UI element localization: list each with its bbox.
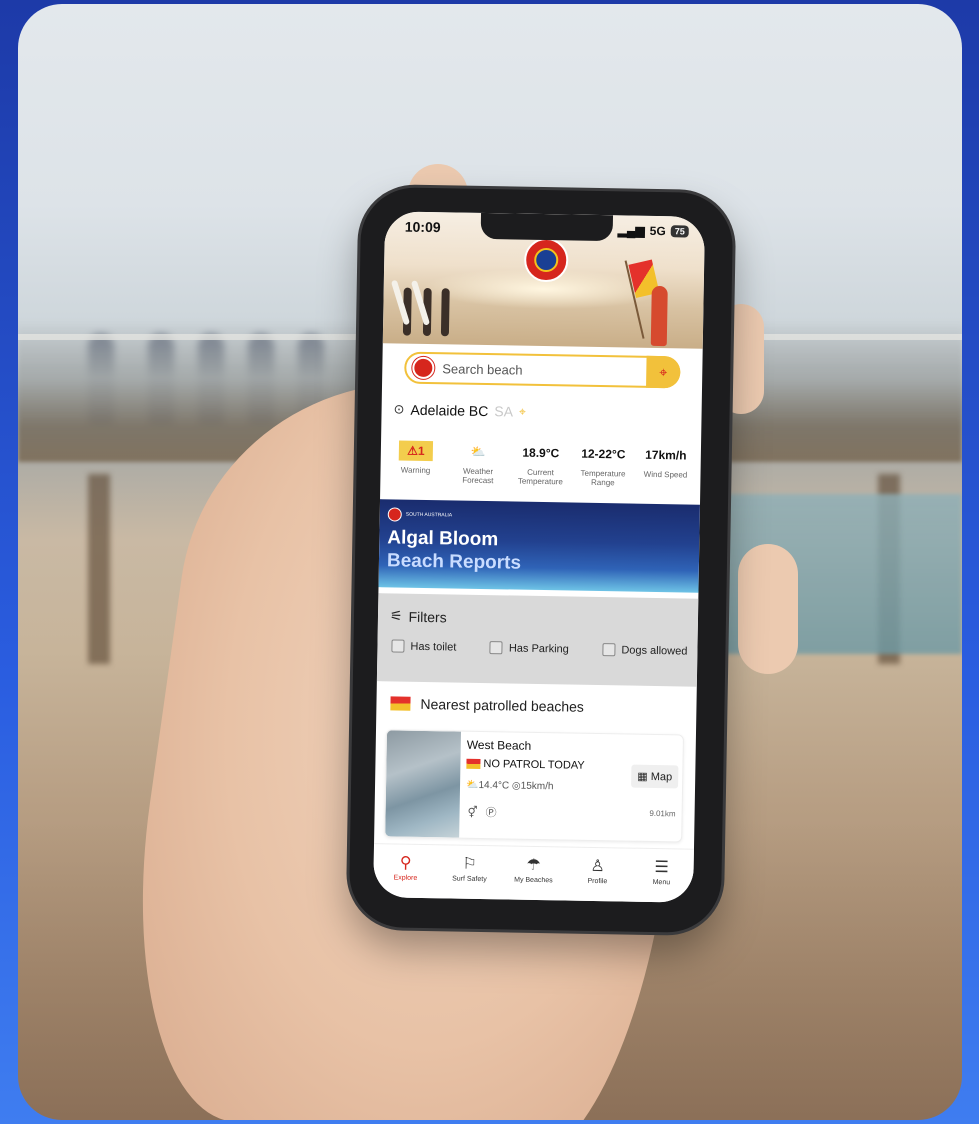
tab-profile[interactable]: ♙ Profile [565,847,630,902]
tab-label: Explore [393,874,418,882]
location-state: SA [494,403,514,420]
status-indicators: ▂▄▆ 5G 75 [618,223,689,238]
surfer [440,288,450,337]
map-button-label: Map [650,770,673,784]
tab-label: Menu [652,878,671,887]
search-bar[interactable]: Search beach ⌖ [404,351,681,389]
weather-current-temp: 18.9°C Current Temperature [511,439,570,487]
banner-subtitle: Beach Reports [386,550,522,574]
logo-emblem [534,247,559,273]
patrol-flag-icon [390,696,411,711]
phone-frame: 10:09 ▂▄▆ 5G 75 Search beach ⌖ ⊙ Adelaid… [348,186,734,934]
map-button[interactable]: ▦ Map [631,764,679,789]
notch [480,212,614,242]
weather-forecast[interactable]: ⛅ Weather Forecast [449,438,508,486]
beach-weather: ⛅14.4°C ◎15km/h [466,780,554,793]
locate-me-icon[interactable]: ⌖ [519,404,526,419]
weather-wind-speed: 17km/h Wind Speed [636,442,695,490]
filter-sliders-icon: ⚟ [389,607,403,624]
beach-name: West Beach [466,737,532,753]
weather-label: Warning [400,465,431,476]
pier-post [88,474,110,664]
sa-logo-icon [387,507,402,522]
partly-cloudy-icon: ⛅ [470,444,486,460]
checkbox[interactable] [602,643,616,657]
toilet-icon: ⚥ [467,806,486,820]
location-name: Adelaide BC [410,401,489,420]
map-icon: ▦ [637,770,648,783]
phone-screen: 10:09 ▂▄▆ 5G 75 Search beach ⌖ ⊙ Adelaid… [373,211,706,903]
nearest-header: Nearest patrolled beaches [390,695,585,715]
filter-has-parking[interactable]: Has Parking [489,641,569,655]
beach-card[interactable]: West Beach NO PATROL TODAY ⛅14.4°C ◎15km… [384,729,684,843]
weather-label: Wind Speed [643,469,688,480]
filter-has-toilet[interactable]: Has toilet [391,639,456,653]
weather-warning[interactable]: ⚠1 Warning [386,437,445,485]
signal-icon: ▂▄▆ [617,223,645,238]
weather-value: 12-22°C [581,446,626,462]
location-row[interactable]: ⊙ Adelaide BC SA ⌖ [393,401,525,419]
flag-icon: ⚐ [462,855,477,873]
amenities: ⚥Ⓟ [467,804,504,821]
network-label: 5G [649,223,666,239]
patrol-status-text: NO PATROL TODAY [483,758,585,772]
algal-bloom-banner[interactable]: SOUTH AUSTRALIA Algal Bloom Beach Report… [378,499,700,593]
beach-distance: 9.01km [649,808,676,819]
wind-icon: ◎ [511,780,521,792]
warning-icon: ⚠ [407,443,419,458]
banner-title-line: Algal Bloom [387,527,499,551]
status-time: 10:09 [404,218,441,236]
banner-title: Algal Bloom Beach Reports [387,527,522,575]
sa-badge: SOUTH AUSTRALIA [387,507,453,522]
filter-dogs-allowed[interactable]: Dogs allowed [602,643,688,658]
weather-value: 17km/h [645,447,687,463]
menu-icon: ☰ [654,859,669,877]
weather-label: Weather Forecast [462,466,494,485]
warning-badge[interactable]: ⚠1 [398,440,433,462]
filter-label: Dogs allowed [621,643,688,658]
tab-label: Surf Safety [452,875,487,884]
checkbox[interactable] [489,641,504,655]
user-icon: ♙ [590,857,605,876]
filter-label: Has toilet [410,640,457,654]
patrol-flag-icon [466,758,481,769]
tab-surf-safety[interactable]: ⚐ Surf Safety [437,845,502,900]
search-logo-icon [412,356,435,380]
tab-label: My Beaches [514,876,553,885]
patrol-status: NO PATROL TODAY [466,758,585,772]
lifeguard [650,285,668,347]
cloud-icon: ⛅ [465,779,479,791]
finger [738,544,798,674]
locate-icon[interactable]: ⌖ [646,355,681,389]
weather-value: 18.9°C [522,445,560,461]
nearest-title: Nearest patrolled beaches [420,695,585,715]
search-icon: ⚲ [399,854,412,872]
filter-options: Has toilet Has Parking Dogs allowed [391,639,688,658]
weather-label: Current Temperature [517,467,563,487]
beach-wind: 15km/h [520,780,554,793]
umbrella-icon: ☂ [526,856,541,875]
tab-label: Profile [587,877,608,886]
weather-temp-range: 12-22°C Temperature Range [574,441,633,489]
weather-row: ⚠1 Warning ⛅ Weather Forecast 18.9°C Cur… [386,437,695,489]
beach-temp: 14.4°C [478,779,510,792]
weather-label: Temperature Range [580,468,626,488]
beach-thumbnail [385,730,461,838]
tab-explore[interactable]: ⚲ Explore [373,844,438,899]
filters-title: Filters [408,608,447,625]
filter-label: Has Parking [508,641,569,655]
filters-header[interactable]: ⚟ Filters [390,607,447,625]
parking-icon: Ⓟ [485,807,505,820]
tab-my-beaches[interactable]: ☂ My Beaches [501,846,566,901]
filters-panel: ⚟ Filters Has toilet Has Parking Dogs al… [376,593,699,687]
battery-icon: 75 [670,225,689,238]
badge-text: SOUTH AUSTRALIA [405,511,453,519]
bottom-tab-bar: ⚲ Explore ⚐ Surf Safety ☂ My Beaches ♙ P… [373,843,694,903]
location-pin-icon: ⊙ [393,401,405,417]
checkbox[interactable] [391,639,405,653]
tab-menu[interactable]: ☰ Menu [629,849,694,903]
warning-count: 1 [417,443,425,458]
search-input[interactable]: Search beach [442,361,646,380]
